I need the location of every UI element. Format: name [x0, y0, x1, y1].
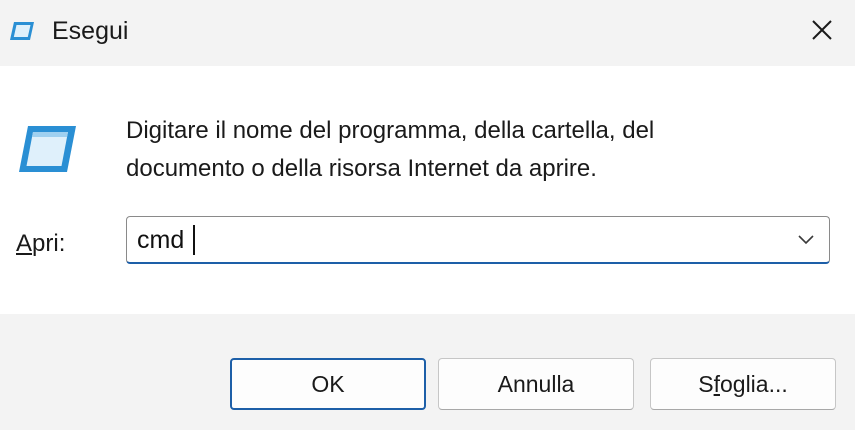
title-bar[interactable]: Esegui: [0, 0, 855, 66]
instruction-line-1: Digitare il nome del programma, della ca…: [126, 117, 655, 144]
close-icon: [812, 20, 832, 40]
cancel-button[interactable]: Annulla: [438, 358, 634, 410]
open-label-accelerator: A: [16, 230, 33, 257]
instruction-line-2: documento o della risorsa Internet da ap…: [126, 155, 597, 182]
window-title: Esegui: [52, 17, 129, 45]
close-button[interactable]: [789, 0, 855, 60]
dropdown-button[interactable]: [789, 225, 823, 255]
run-icon: [10, 22, 34, 40]
open-label: Apri:: [16, 228, 65, 260]
browse-label-end: oglia...: [719, 370, 788, 397]
run-dialog: Esegui Digitare il nome del programma, d…: [0, 0, 855, 430]
browse-label-start: S: [698, 370, 714, 397]
chevron-down-icon: [798, 235, 814, 245]
browse-button[interactable]: Sf oglia...: [650, 358, 836, 410]
text-cursor: [193, 225, 195, 255]
content-area: Digitare il nome del programma, della ca…: [0, 66, 855, 314]
instruction-text: Digitare il nome del programma, della ca…: [126, 112, 826, 188]
open-label-text: pri:: [32, 230, 66, 257]
run-program-icon: [19, 126, 76, 172]
open-input[interactable]: [137, 224, 757, 256]
ok-button[interactable]: OK: [230, 358, 426, 410]
button-bar: OK Annulla Sf oglia...: [0, 314, 855, 430]
open-combobox[interactable]: [126, 216, 830, 264]
